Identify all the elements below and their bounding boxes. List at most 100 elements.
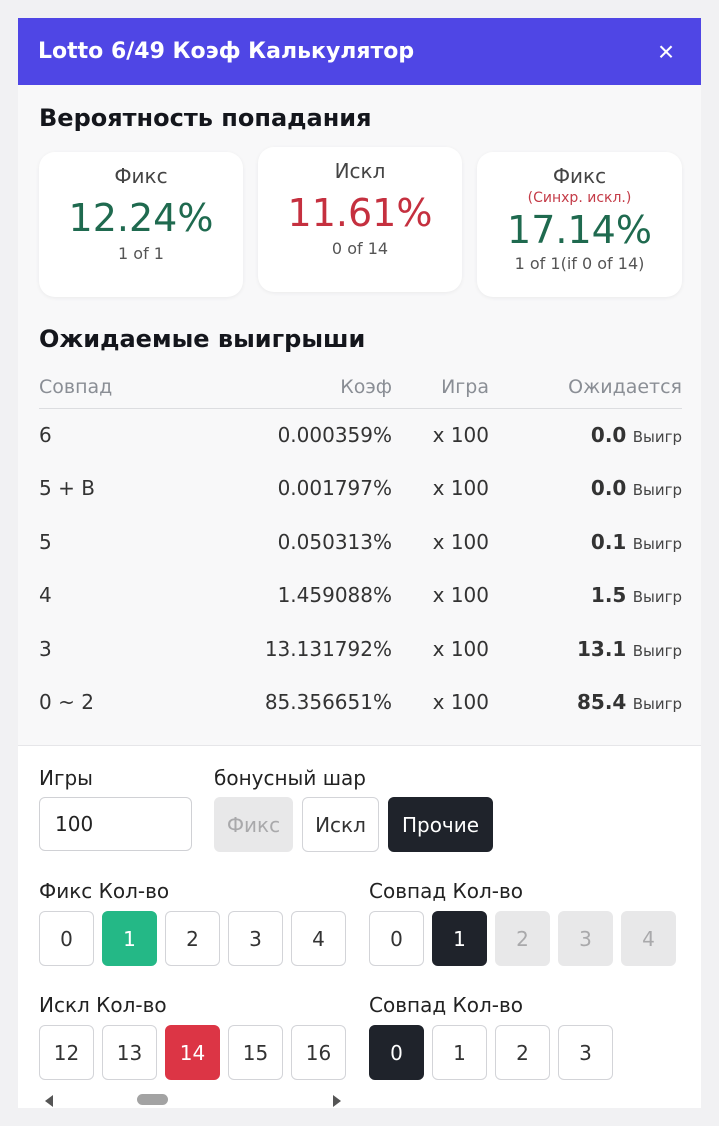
- games-input[interactable]: [39, 797, 192, 851]
- table-row: 6 0.000359% x 100 0.0 Выигр: [39, 408, 682, 462]
- games-cell: x 100: [432, 423, 489, 447]
- col-header-expected: Ожидается: [489, 366, 682, 409]
- card-sublabel: (Синхр. искл.): [527, 190, 632, 206]
- expected-unit: Выигр: [632, 695, 682, 714]
- calculator-panel: Lotto 6/49 Коэф Калькулятор × Вероятност…: [18, 18, 701, 1108]
- expected-cell: 85.4 Выигр: [489, 676, 682, 730]
- excl-count-12-button[interactable]: 12: [39, 1025, 94, 1080]
- excl-count-14-button[interactable]: 14: [165, 1025, 220, 1080]
- match-cell: 3: [39, 636, 52, 661]
- excl-match-3-button[interactable]: 3: [558, 1025, 613, 1080]
- match-cell: 0 ~ 2: [39, 690, 94, 715]
- card-value: 17.14%: [507, 208, 652, 252]
- fix-count-0-button[interactable]: 0: [39, 911, 94, 966]
- card-label: Фикс: [114, 164, 168, 188]
- match-cell: 6: [39, 423, 52, 447]
- card-label: Искл: [334, 159, 386, 183]
- fix-match-label: Совпад Кол-во: [369, 879, 523, 903]
- expected-unit: Выигр: [632, 588, 682, 607]
- odds-cell: 1.459088%: [277, 583, 392, 608]
- excl-count-label: Искл Кол-во: [39, 993, 167, 1017]
- excl-count-15-button[interactable]: 15: [228, 1025, 283, 1080]
- card-note: 1 of 1(if 0 of 14): [514, 254, 645, 273]
- excl-probability-card: Искл 11.61% 0 of 14: [258, 147, 462, 292]
- fix-match-0-button[interactable]: 0: [369, 911, 424, 966]
- expected-table: Совпад Коэф Игра Ожидается 6 0.000359% x…: [39, 366, 682, 729]
- bonus-fix-button[interactable]: Фикс: [214, 797, 293, 852]
- games-label: Игры: [39, 766, 93, 790]
- odds-cell: 85.356651%: [264, 690, 392, 715]
- bonus-other-button[interactable]: Прочие: [388, 797, 493, 852]
- expected-value: 0.0: [590, 423, 627, 447]
- odds-cell: 0.001797%: [277, 476, 392, 501]
- scroll-left-arrow-icon[interactable]: [45, 1095, 53, 1107]
- expected-value: 0.1: [590, 529, 627, 554]
- games-cell: x 100: [432, 636, 489, 661]
- odds-cell: 0.000359%: [277, 423, 392, 447]
- games-cell: x 100: [432, 476, 489, 501]
- expected-title: Ожидаемые выигрыши: [39, 325, 366, 353]
- expected-unit: Выигр: [632, 534, 682, 553]
- expected-cell: 13.1 Выигр: [489, 622, 682, 676]
- card-note: 0 of 14: [331, 239, 389, 258]
- fix-count-1-button[interactable]: 1: [102, 911, 157, 966]
- controls-section: Игры бонусный шар Фикс Искл Прочие Фикс …: [18, 745, 701, 1108]
- fix-match-4-button[interactable]: 4: [621, 911, 676, 966]
- odds-cell: 13.131792%: [264, 636, 392, 661]
- match-cell: 5: [39, 529, 52, 554]
- table-row: 5 + B 0.001797% x 100 0.0 Выигр: [39, 462, 682, 516]
- excl-match-1-button[interactable]: 1: [432, 1025, 487, 1080]
- table-row: 3 13.131792% x 100 13.1 Выигр: [39, 622, 682, 676]
- fix-count-4-button[interactable]: 4: [291, 911, 346, 966]
- table-header-row: Совпад Коэф Игра Ожидается: [39, 366, 682, 409]
- table-row: 4 1.459088% x 100 1.5 Выигр: [39, 569, 682, 623]
- excl-match-label: Совпад Кол-во: [369, 993, 523, 1017]
- match-cell: 4: [39, 583, 52, 608]
- expected-unit: Выигр: [632, 428, 682, 446]
- card-value: 12.24%: [68, 196, 214, 240]
- table-row: 0 ~ 2 85.356651% x 100 85.4 Выигр: [39, 676, 682, 730]
- expected-cell: 0.1 Выигр: [489, 515, 682, 569]
- bonus-excl-button[interactable]: Искл: [302, 797, 379, 852]
- excl-match-2-button[interactable]: 2: [495, 1025, 550, 1080]
- games-cell: x 100: [432, 529, 489, 554]
- app-title: Lotto 6/49 Коэф Калькулятор: [38, 39, 415, 64]
- excl-match-0-button[interactable]: 0: [369, 1025, 424, 1080]
- expected-cell: 0.0 Выигр: [489, 462, 682, 516]
- close-icon[interactable]: ×: [651, 36, 681, 67]
- bonus-label: бонусный шар: [214, 766, 366, 790]
- fix-probability-card: Фикс 12.24% 1 of 1: [39, 152, 243, 297]
- expected-unit: Выигр: [632, 481, 682, 500]
- header-bar: Lotto 6/49 Коэф Калькулятор ×: [18, 18, 701, 85]
- fix-match-1-button[interactable]: 1: [432, 911, 487, 966]
- scroll-right-arrow-icon[interactable]: [333, 1095, 341, 1107]
- expected-unit: Выигр: [632, 641, 682, 660]
- odds-cell: 0.050313%: [277, 529, 392, 554]
- expected-value: 1.5: [590, 583, 627, 608]
- card-note: 1 of 1: [118, 244, 164, 263]
- fix-count-2-button[interactable]: 2: [165, 911, 220, 966]
- expected-value: 13.1: [576, 636, 627, 661]
- match-cell: 5 + B: [39, 476, 95, 501]
- fix-match-3-button[interactable]: 3: [558, 911, 613, 966]
- expected-cell: 1.5 Выигр: [489, 569, 682, 623]
- probability-title: Вероятность попадания: [39, 104, 372, 132]
- games-cell: x 100: [432, 583, 489, 608]
- expected-value: 85.4: [576, 690, 627, 715]
- games-cell: x 100: [432, 690, 489, 715]
- fix-count-3-button[interactable]: 3: [228, 911, 283, 966]
- excl-count-16-button[interactable]: 16: [291, 1025, 346, 1080]
- fix-match-2-button[interactable]: 2: [495, 911, 550, 966]
- card-value: 11.61%: [287, 191, 433, 235]
- fix-count-label: Фикс Кол-во: [39, 879, 170, 903]
- col-header-games: Игра: [392, 366, 489, 409]
- card-label: Фикс: [552, 164, 607, 188]
- horizontal-scrollbar-thumb[interactable]: [137, 1094, 168, 1105]
- excl-count-13-button[interactable]: 13: [102, 1025, 157, 1080]
- expected-value: 0.0: [590, 476, 627, 501]
- table-row: 5 0.050313% x 100 0.1 Выигр: [39, 515, 682, 569]
- col-header-match: Совпад: [39, 366, 179, 409]
- col-header-odds: Коэф: [179, 366, 392, 409]
- expected-cell: 0.0 Выигр: [489, 408, 682, 462]
- sync-probability-card: Фикс (Синхр. искл.) 17.14% 1 of 1(if 0 o…: [477, 152, 682, 297]
